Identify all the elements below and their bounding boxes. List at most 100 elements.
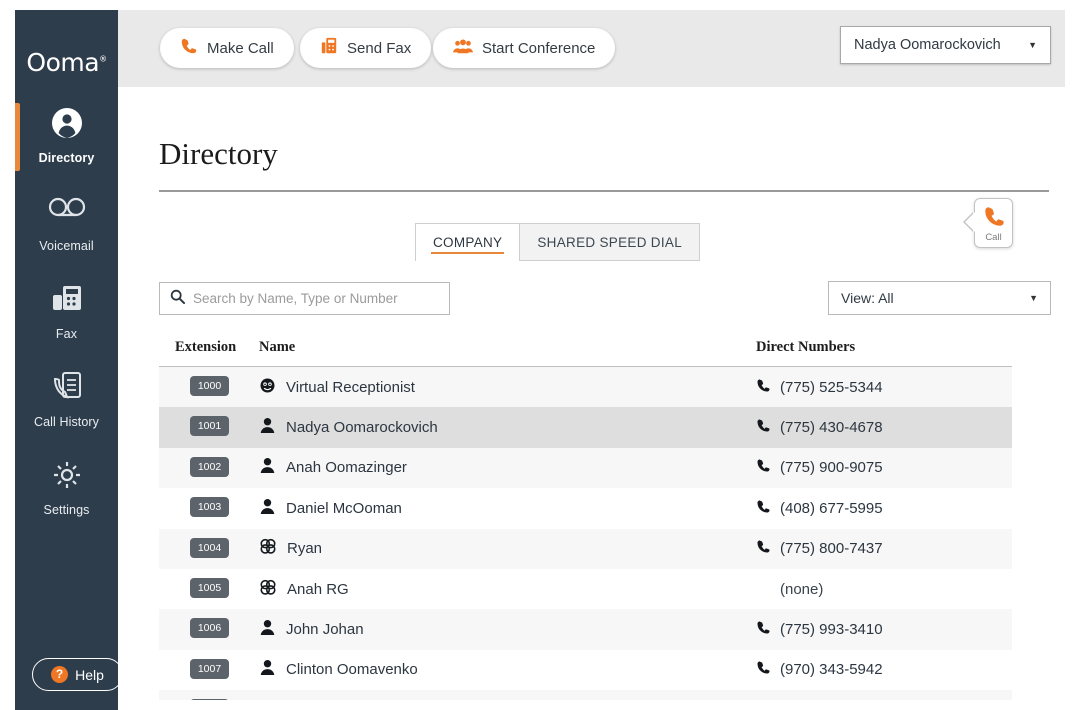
receptionist-face-icon [259, 377, 276, 398]
sidebar-item-label: Directory [38, 151, 95, 165]
directory-table: Extension Name Direct Numbers 1000 Virtua… [159, 336, 1012, 710]
chevron-down-icon: ▼ [1029, 293, 1038, 303]
sidebar-item-directory[interactable]: Directory [15, 95, 118, 183]
cell-name: Clinton Oomavenko [259, 650, 418, 690]
table-row[interactable]: 1006 John Johan (775) 993-3410 [159, 609, 1012, 650]
tab-company-label: COMPANY [433, 235, 503, 250]
person-icon [259, 619, 276, 640]
call-tooltip-label: Call [985, 232, 1002, 243]
chevron-down-icon: ▼ [1028, 40, 1037, 50]
table-row[interactable]: 1005 Anah RG (none) [159, 568, 1012, 610]
contact-name: Ryan [287, 540, 323, 558]
help-label: Help [75, 666, 104, 683]
cell-name: Virtual Receptionist [259, 367, 415, 407]
phone-icon [756, 660, 771, 679]
extension-badge: 1007 [190, 658, 229, 679]
people-group-icon [453, 37, 473, 59]
table-row[interactable]: 1001 Nadya Oomarockovich (775) 430-4678 [159, 407, 1012, 448]
ooma-app-window: Ooma® Directory Voicemail Fax Call Histo… [15, 10, 1065, 710]
table-row[interactable]: 1002 Anah Oomazinger (775) 900-9075 [159, 447, 1012, 489]
direct-number: (775) 900-9075 [780, 459, 883, 477]
contact-name: Virtual Receptionist [286, 378, 415, 396]
logo-text: Ooma [26, 48, 100, 77]
cell-direct-number: (970) 343-5942 [756, 650, 883, 690]
call-action-button[interactable]: Call [965, 198, 1013, 248]
cell-direct-number: (408) 677-5995 [756, 488, 883, 528]
search-input[interactable] [193, 291, 439, 306]
cell-name: John Johan [259, 609, 364, 649]
main-content: Directory COMPANY SHARED SPEED DIAL View… [118, 87, 1065, 710]
make-call-button[interactable]: Make Call [160, 28, 294, 68]
send-fax-label: Send Fax [347, 39, 412, 57]
cell-name: Daniel McOoman [259, 488, 402, 528]
table-row[interactable]: 1000 Virtual Receptionist (775) 525-5344 [159, 367, 1012, 408]
phone-icon [180, 37, 198, 59]
tab-shared-speed-dial-label: SHARED SPEED DIAL [537, 234, 683, 250]
sidebar-nav: Directory Voicemail Fax Call History Set… [15, 95, 118, 535]
phone-icon [756, 539, 771, 558]
sidebar-item-voicemail[interactable]: Voicemail [15, 183, 118, 271]
table-row[interactable]: 1003 Daniel McOoman (408) 677-5995 [159, 488, 1012, 529]
cell-name: Nadya Oomarockovich [259, 407, 438, 447]
direct-number: (775) 993-3410 [780, 621, 883, 639]
cell-direct-number: (775) 525-5344 [756, 367, 883, 407]
phone-icon [756, 499, 771, 518]
start-conference-button[interactable]: Start Conference [433, 28, 616, 68]
sidebar-item-fax[interactable]: Fax [15, 271, 118, 359]
table-row[interactable]: 1004 Ryan (775) 800-7437 [159, 528, 1012, 569]
contact-name: Clinton Oomavenko [286, 661, 418, 679]
extension-badge: 1006 [190, 618, 229, 639]
direct-number: (none) [780, 580, 824, 598]
contact-name: John Johan [286, 621, 364, 639]
view-filter-dropdown[interactable]: View: All ▼ [828, 281, 1051, 315]
table-row[interactable]: 1007 Clinton Oomavenko (970) 343-5942 [159, 649, 1012, 691]
call-history-icon [15, 371, 118, 411]
tooltip-arrow [965, 212, 975, 232]
sidebar-item-settings[interactable]: Settings [15, 447, 118, 535]
table-body: 1000 Virtual Receptionist (775) 525-5344 10… [159, 367, 1012, 710]
user-name-label: Nadya Oomarockovich [854, 37, 1001, 53]
sidebar-item-call-history[interactable]: Call History [15, 359, 118, 447]
make-call-label: Make Call [207, 39, 274, 57]
phone-icon [756, 378, 771, 397]
fax-icon [320, 37, 338, 59]
phone-icon [756, 620, 771, 639]
column-header-direct-numbers: Direct Numbers [756, 339, 856, 355]
contact-name: Anah Oomazinger [286, 459, 407, 477]
phone-icon [756, 458, 771, 477]
person-circle-icon [15, 107, 118, 147]
extension-badge: 1003 [190, 497, 229, 518]
extension-badge: 1005 [190, 577, 229, 598]
registered-mark: ® [99, 54, 107, 64]
sidebar-item-label: Settings [43, 503, 90, 517]
contact-name: Daniel McOoman [286, 499, 402, 517]
contact-name: Nadya Oomarockovich [286, 419, 438, 437]
cell-direct-number: (775) 430-4678 [756, 407, 883, 447]
directory-tabs: COMPANY SHARED SPEED DIAL [415, 223, 701, 261]
cell-name: Ryan [259, 529, 322, 569]
extension-badge: 1004 [190, 537, 229, 558]
view-filter-label: View: All [841, 290, 894, 306]
content-bottom-mask [118, 700, 1065, 710]
tab-company[interactable]: COMPANY [415, 223, 521, 261]
direct-number: (408) 677-5995 [780, 499, 883, 517]
search-icon [170, 289, 186, 309]
phone-icon [756, 418, 771, 437]
user-account-dropdown[interactable]: Nadya Oomarockovich ▼ [840, 26, 1051, 64]
person-icon [259, 457, 276, 478]
direct-number: (775) 525-5344 [780, 378, 883, 396]
cell-direct-number: (none) [756, 569, 823, 609]
person-icon [259, 498, 276, 519]
cell-direct-number: (775) 900-9075 [756, 448, 883, 488]
help-button[interactable]: ? Help [32, 658, 123, 691]
search-box[interactable] [159, 282, 450, 315]
sidebar-item-label: Voicemail [39, 239, 94, 253]
extension-badge: 1000 [190, 376, 229, 396]
send-fax-button[interactable]: Send Fax [300, 28, 432, 68]
sidebar-item-label: Fax [55, 327, 78, 341]
cell-direct-number: (775) 800-7437 [756, 529, 883, 569]
ring-group-icon [259, 579, 277, 600]
table-header: Extension Name Direct Numbers [159, 336, 1012, 367]
tab-shared-speed-dial[interactable]: SHARED SPEED DIAL [520, 223, 701, 261]
person-icon [259, 417, 276, 438]
